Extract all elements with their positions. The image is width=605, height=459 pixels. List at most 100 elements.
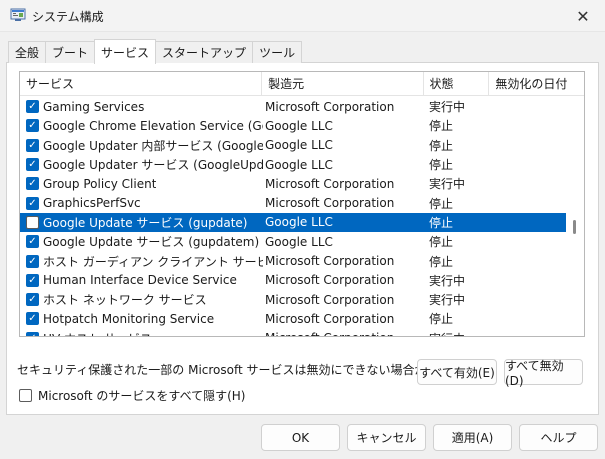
service-name: ホスト ガーディアン クライアント サービス: [43, 254, 263, 269]
service-name-cell: Google Update サービス (gupdate): [20, 214, 263, 231]
window-title: システム構成: [32, 10, 104, 24]
service-row[interactable]: Google Update サービス (gupdate) Google LLC 停止: [20, 212, 566, 233]
status-cell: 停止: [429, 254, 454, 269]
status-cell: 実行中: [429, 177, 466, 192]
status-cell: 実行中: [429, 100, 466, 115]
service-checkbox[interactable]: ✓: [26, 312, 39, 326]
service-name: Hotpatch Monitoring Service: [43, 311, 215, 326]
dialog-footer: OK キャンセル 適用(A) ヘルプ: [0, 415, 605, 459]
service-name: Group Policy Client: [43, 176, 157, 191]
service-row[interactable]: ✓ Google Updater サービス (GoogleUpdaterServi…: [20, 155, 566, 174]
disable-all-button[interactable]: すべて無効(D): [504, 359, 583, 388]
service-row[interactable]: ✓ Group Policy Client Microsoft Corporatio…: [20, 174, 566, 193]
checkmark-icon: ✓: [28, 159, 37, 171]
tab-services[interactable]: サービス: [94, 39, 157, 64]
service-checkbox[interactable]: ✓: [26, 138, 39, 152]
service-checkbox[interactable]: ✓: [26, 177, 39, 191]
service-row[interactable]: ✓ Hotpatch Monitoring Service Microsoft Co…: [20, 309, 566, 328]
tab-tools[interactable]: ツール: [252, 41, 303, 63]
service-row[interactable]: ✓ ホスト ガーディアン クライアント サービス Microsoft Corpora…: [20, 251, 566, 270]
scrollbar-thumb[interactable]: [573, 220, 576, 234]
list-rows: ✓ Gaming Services Microsoft Corporation 実行中…: [20, 97, 566, 336]
tab-startup[interactable]: スタートアップ: [155, 41, 254, 63]
service-checkbox[interactable]: ✓: [26, 331, 39, 336]
service-name-cell: ✓ HV ホスト サービス: [20, 330, 263, 336]
status-cell: 停止: [429, 196, 454, 211]
service-checkbox[interactable]: ✓: [26, 196, 39, 210]
hide-ms-label: Microsoft のサービスをすべて隠す(H): [38, 389, 246, 403]
service-name-cell: ✓ Human Interface Device Service: [20, 273, 263, 287]
services-list[interactable]: サービス 製造元 状態 無効化の日付 ✓ Gaming Services Micro…: [19, 71, 585, 337]
close-button[interactable]: ✕: [561, 0, 605, 32]
service-name: ホスト ネットワーク サービス: [43, 293, 207, 308]
manufacturer-cell: Microsoft Corporation: [265, 254, 395, 269]
service-checkbox[interactable]: ✓: [26, 293, 39, 307]
service-name-cell: ✓ Hotpatch Monitoring Service: [20, 312, 263, 326]
manufacturer-cell: Microsoft Corporation: [265, 99, 395, 114]
service-name: GraphicsPerfSvc: [43, 196, 141, 211]
list-header: サービス 製造元 状態 無効化の日付: [20, 72, 584, 96]
column-header-disabled-date[interactable]: 無効化の日付: [489, 72, 584, 96]
tab-strip: 全般 ブート サービス スタートアップ ツール: [8, 39, 303, 64]
hide-ms-checkbox[interactable]: [19, 389, 32, 402]
cancel-button[interactable]: キャンセル: [347, 424, 426, 451]
status-cell: 停止: [429, 235, 454, 250]
manufacturer-cell: Google LLC: [265, 118, 333, 133]
service-row[interactable]: ✓ Google Chrome Elevation Service (Google…: [20, 116, 566, 135]
vertical-scrollbar[interactable]: [566, 97, 584, 336]
service-checkbox[interactable]: ✓: [26, 100, 39, 114]
help-button[interactable]: ヘルプ: [519, 424, 598, 451]
msconfig-icon: [10, 8, 26, 21]
enable-all-button[interactable]: すべて有効(E): [417, 359, 497, 385]
column-header-status[interactable]: 状態: [424, 72, 490, 96]
service-name: Gaming Services: [43, 99, 145, 114]
checkmark-icon: ✓: [28, 101, 37, 113]
tab-boot[interactable]: ブート: [45, 41, 96, 63]
column-header-service[interactable]: サービス: [20, 72, 263, 96]
service-row[interactable]: ✓ Google Updater 内部サービス (GoogleUpdaterInt…: [20, 136, 566, 155]
service-name: Google Chrome Elevation Service (GoogleC…: [43, 118, 263, 133]
service-row[interactable]: ✓ Gaming Services Microsoft Corporation 実行中: [20, 97, 566, 116]
checkmark-icon: ✓: [28, 274, 37, 286]
service-name: Google Update サービス (gupdatem): [43, 235, 260, 250]
manufacturer-cell: Microsoft Corporation: [265, 196, 395, 211]
service-checkbox[interactable]: ✓: [26, 254, 39, 268]
service-name-cell: ✓ ホスト ネットワーク サービス: [20, 291, 263, 308]
checkmark-icon: ✓: [28, 255, 37, 267]
service-row[interactable]: ✓ GraphicsPerfSvc Microsoft Corporation 停止: [20, 193, 566, 212]
manufacturer-cell: Google LLC: [265, 234, 333, 249]
ok-button[interactable]: OK: [261, 424, 340, 451]
status-cell: 停止: [429, 119, 454, 134]
service-checkbox[interactable]: ✓: [26, 273, 39, 287]
service-row[interactable]: ✓ ホスト ネットワーク サービス Microsoft Corporation 実行中: [20, 290, 566, 309]
service-row[interactable]: ✓ Human Interface Device Service Microsoft…: [20, 271, 566, 290]
checkmark-icon: ✓: [28, 178, 37, 190]
service-checkbox[interactable]: ✓: [26, 235, 39, 249]
hide-ms-services-option[interactable]: Microsoft のサービスをすべて隠す(H): [19, 387, 246, 404]
checkmark-icon: ✓: [28, 332, 36, 336]
service-checkbox[interactable]: ✓: [26, 119, 39, 133]
manufacturer-cell: Google LLC: [265, 215, 333, 230]
column-header-manufacturer[interactable]: 製造元: [262, 72, 424, 96]
checkmark-icon: ✓: [28, 236, 37, 248]
info-note: セキュリティ保護された一部の Microsoft サービスは無効にできない場合が…: [17, 363, 486, 377]
tab-general[interactable]: 全般: [8, 41, 47, 63]
service-checkbox[interactable]: ✓: [26, 158, 39, 172]
checkmark-icon: ✓: [28, 139, 37, 151]
manufacturer-cell: Google LLC: [265, 157, 333, 172]
status-cell: 実行中: [429, 293, 466, 308]
service-checkbox[interactable]: [26, 215, 39, 229]
checkmark-icon: ✓: [28, 197, 37, 209]
service-name: HV ホスト サービス: [43, 330, 152, 336]
service-row[interactable]: ✓ Google Update サービス (gupdatem) Google LLC…: [20, 232, 566, 251]
title-bar: システム構成 ✕: [0, 0, 605, 32]
apply-button[interactable]: 適用(A): [433, 424, 512, 451]
checkmark-icon: ✓: [28, 120, 37, 132]
status-cell: 実行中: [425, 330, 491, 336]
manufacturer-cell: Microsoft Corporation: [265, 292, 395, 307]
service-row[interactable]: ✓ HV ホスト サービス Microsoft Corporation実行中: [20, 329, 566, 336]
service-name-cell: ✓ Google Updater サービス (GoogleUpdaterServi…: [20, 156, 263, 173]
service-name-cell: ✓ GraphicsPerfSvc: [20, 196, 263, 210]
service-name: Google Update サービス (gupdate): [43, 215, 248, 230]
status-cell: 停止: [429, 158, 454, 173]
